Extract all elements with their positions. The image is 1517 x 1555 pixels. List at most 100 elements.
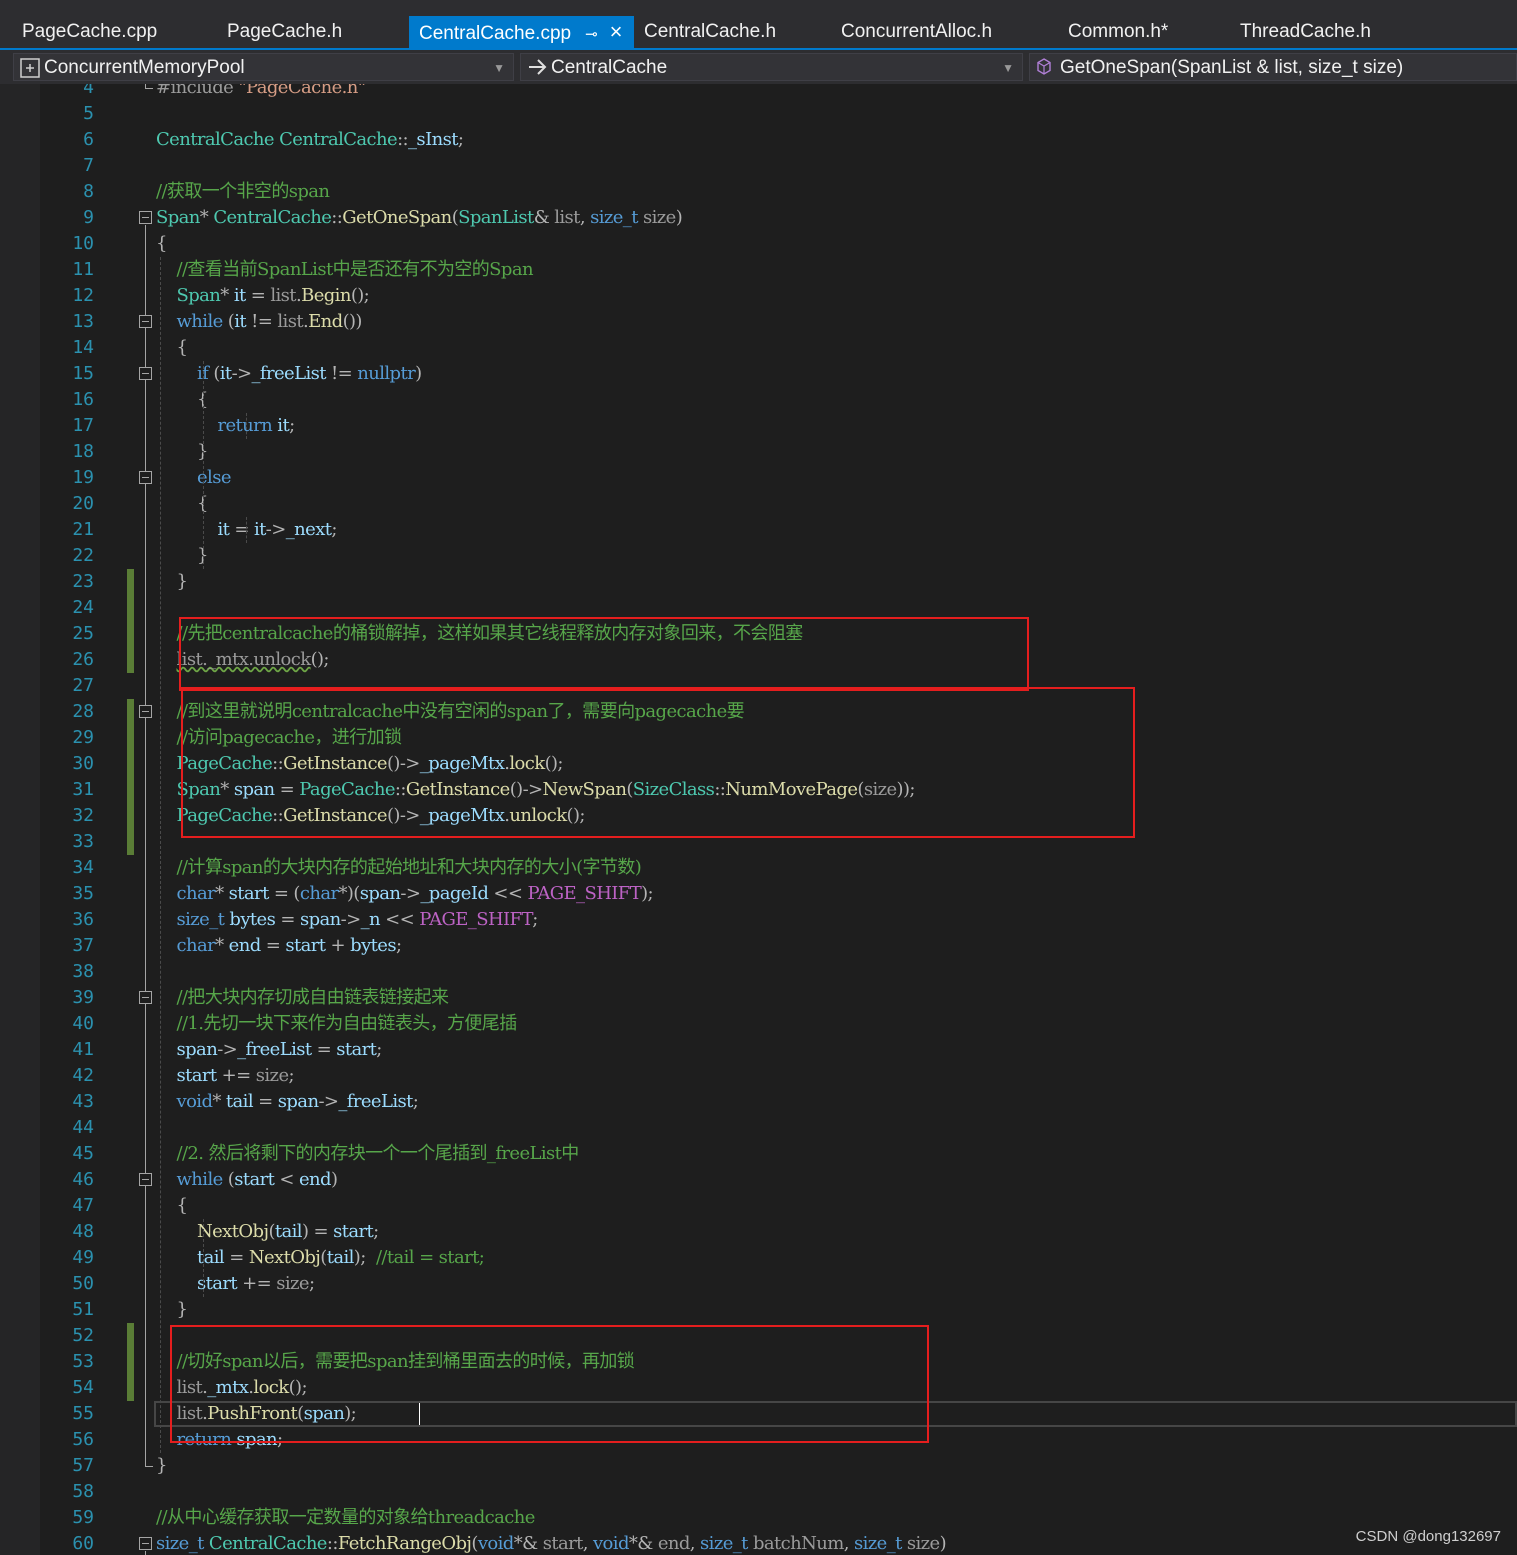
code-line: 43 void* tail = span->_freeList; [0, 1089, 1517, 1115]
code-line: 20 { [0, 491, 1517, 517]
code-token: ; [532, 909, 538, 930]
collapse-toggle[interactable] [139, 471, 152, 484]
code-text: if (it->_freeList != nullptr) [156, 361, 422, 387]
code-line: 13 while (it != list.End()) [0, 309, 1517, 335]
tab-pagecache-cpp[interactable]: PageCache.cpp [12, 16, 217, 48]
code-token: = [311, 1039, 337, 1060]
tab-centralcache-cpp[interactable]: CentralCache.cpp ⊸ × [409, 16, 634, 48]
line-number: 41 [72, 1039, 94, 1060]
line-number: 58 [72, 1481, 94, 1502]
code-token: //tail = start; [375, 1247, 485, 1268]
collapse-toggle[interactable] [139, 367, 152, 380]
code-text: //计算span的大块内存的起始地址和大块内存的大小(字节数) [156, 855, 642, 881]
code-token: ; [289, 415, 295, 436]
code-line: 57} [0, 1453, 1517, 1479]
tab-centralcache-h[interactable]: CentralCache.h [634, 16, 831, 48]
code-token: size [906, 1533, 940, 1554]
tab-label: CentralCache.cpp [419, 23, 572, 44]
code-editor[interactable]: 4 #include "PageCache.h" 5 6 CentralCache Ce… [0, 84, 1517, 1555]
code-token: Span [176, 285, 221, 306]
code-token: //查看当前SpanList中是否还有不为空的Span [176, 259, 534, 280]
code-token: ; [308, 1273, 315, 1294]
code-token: char [176, 883, 216, 904]
code-text: while (it != list.End()) [156, 309, 363, 335]
code-token: < [274, 1169, 299, 1190]
pin-icon[interactable]: ⊸ [585, 26, 598, 43]
line-number: 35 [72, 883, 94, 904]
change-indicator-bar [127, 1323, 134, 1401]
line-number: 29 [72, 727, 94, 748]
code-token: += [237, 1273, 277, 1294]
code-text: else [156, 465, 232, 491]
code-line: 12 Span* it = list.Begin(); [0, 283, 1517, 309]
line-number: 19 [72, 467, 94, 488]
code-token: #include [156, 84, 239, 98]
scope-dropdown[interactable]: CentralCache ▼ [520, 53, 1023, 81]
code-token: ) [415, 363, 422, 384]
tab-threadcache-h[interactable]: ThreadCache.h [1230, 16, 1410, 48]
code-token: //把大块内存切成自由链表链接起来 [176, 987, 450, 1008]
code-token: + [325, 935, 351, 956]
code-token: GetOneSpan [342, 207, 452, 228]
line-number: 38 [72, 961, 94, 982]
code-text: NextObj(tail) = start; [156, 1219, 379, 1245]
change-indicator-bar [127, 699, 134, 855]
code-token: != [246, 311, 278, 332]
code-token: != [325, 363, 358, 384]
code-token: tail [225, 1091, 254, 1112]
code-token: span [299, 909, 341, 930]
code-text: Span* CentralCache::GetOneSpan(SpanList&… [156, 205, 683, 231]
code-token: start [336, 1039, 377, 1060]
line-number: 50 [72, 1273, 94, 1294]
code-line: 37 char* end = start + bytes; [0, 933, 1517, 959]
code-token: ); [353, 1247, 376, 1268]
code-token: end [228, 935, 262, 956]
code-token: Begin [301, 285, 351, 306]
method-cube-icon [1036, 54, 1052, 80]
project-dropdown[interactable]: ConcurrentMemoryPool ▼ [13, 53, 514, 81]
collapse-toggle[interactable] [139, 211, 152, 224]
collapse-toggle[interactable] [139, 705, 152, 718]
code-token: size_t [700, 1533, 748, 1554]
code-text: size_t bytes = span->_n << PAGE_SHIFT; [156, 907, 539, 933]
code-line: 6 CentralCache CentralCache::_sInst; [0, 127, 1517, 153]
tab-strip: PageCache.cpp PageCache.h CentralCache.cpp… [12, 16, 1410, 48]
code-token: } [156, 1455, 167, 1476]
code-text: size_t CentralCache::FetchRangeObj(void*… [156, 1531, 947, 1555]
code-text: CentralCache CentralCache::_sInst; [156, 127, 464, 153]
member-dropdown[interactable]: GetOneSpan(SpanList & list, size_t size) [1029, 53, 1517, 81]
line-number: 34 [72, 857, 94, 878]
collapse-toggle[interactable] [139, 991, 152, 1004]
code-line: 7 [0, 153, 1517, 179]
indent-guide [203, 1219, 204, 1297]
collapse-toggle[interactable] [139, 1173, 152, 1186]
code-token: ) [330, 1169, 338, 1190]
code-line: 35 char* start = (char*)(span->_pageId <… [0, 881, 1517, 907]
line-number: 7 [83, 155, 94, 176]
tab-concurrentalloc-h[interactable]: ConcurrentAlloc.h [831, 16, 1058, 48]
collapse-toggle[interactable] [139, 315, 152, 328]
code-token: ); [641, 883, 653, 904]
tab-label: PageCache.h [227, 21, 343, 42]
code-token: //获取一个非空的span [156, 181, 330, 202]
indent-guide [246, 413, 247, 439]
line-number: 20 [72, 493, 94, 514]
code-line: 15 if (it->_freeList != nullptr) [0, 361, 1517, 387]
indent-guide [160, 257, 161, 1453]
code-token: NextObj [248, 1247, 321, 1268]
line-number: 9 [83, 207, 94, 228]
tab-pagecache-h[interactable]: PageCache.h [217, 16, 409, 48]
collapse-toggle[interactable] [139, 1537, 152, 1550]
code-token: //从中心缓存获取一定数量的对象给threadcache [156, 1507, 535, 1528]
tab-common-h[interactable]: Common.h* [1058, 16, 1230, 48]
line-number: 4 [83, 84, 94, 98]
code-token: , [843, 1533, 854, 1554]
code-token: return [217, 415, 273, 436]
line-number: 22 [72, 545, 94, 566]
code-token: * [220, 285, 234, 306]
line-number: 56 [72, 1429, 94, 1450]
close-icon[interactable]: × [610, 19, 623, 44]
